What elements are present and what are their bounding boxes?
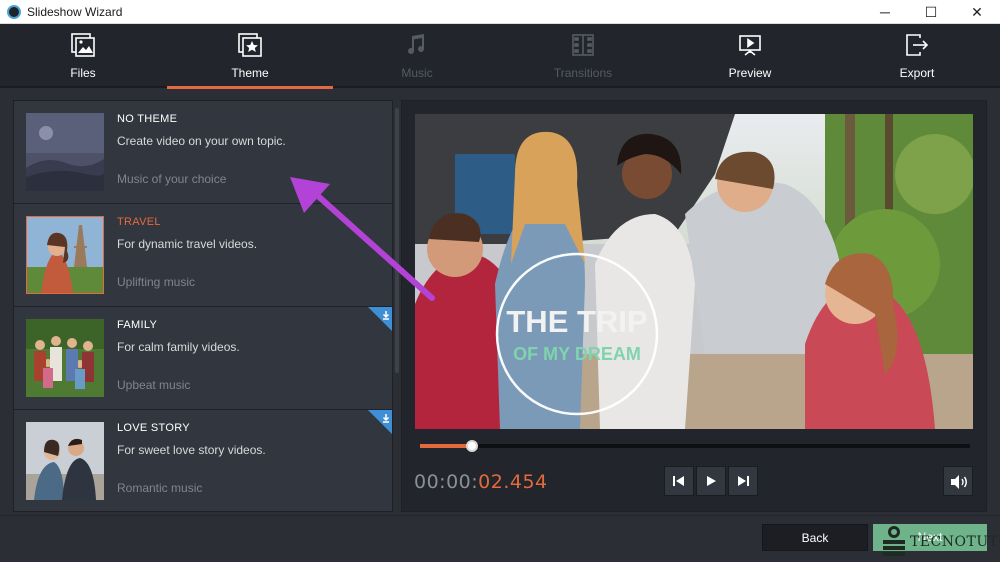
title-bar: Slideshow Wizard ─ ☐ ✕: [0, 0, 1000, 24]
theme-title: LOVE STORY: [117, 422, 190, 434]
watermark-logo-icon: [883, 526, 905, 556]
watermark-text: TECNOTUTO: [910, 534, 1000, 550]
preview-icon: [739, 35, 761, 56]
video-title-line1: THE TRIP: [506, 304, 647, 339]
theme-item-love-story[interactable]: LOVE STORY For sweet love story videos. …: [14, 410, 393, 511]
tab-files[interactable]: Files: [0, 24, 166, 88]
video-preview[interactable]: THE TRIP OF MY DREAM: [415, 114, 973, 429]
app-logo-icon: [7, 5, 21, 19]
theme-description: For dynamic travel videos.: [117, 237, 258, 251]
tab-theme[interactable]: Theme: [167, 24, 333, 89]
download-icon[interactable]: [368, 410, 393, 436]
seek-progress: [420, 444, 473, 448]
love-story-thumbnail: [26, 422, 104, 500]
theme-description: Create video on your own topic.: [117, 134, 286, 148]
theme-title: FAMILY: [117, 319, 158, 331]
tab-theme-label: Theme: [231, 66, 269, 80]
theme-item-travel[interactable]: TRAVEL For dynamic travel videos. Uplift…: [14, 204, 392, 307]
export-icon: [906, 34, 929, 56]
tab-files-label: Files: [70, 66, 96, 80]
theme-description: For calm family videos.: [117, 340, 240, 354]
skip-back-icon: [673, 476, 684, 486]
main-area: NO THEME Create video on your own topic.…: [0, 90, 1000, 515]
theme-icon: [238, 33, 262, 57]
timecode-current: 02.454: [478, 471, 548, 493]
theme-description: For sweet love story videos.: [117, 443, 266, 457]
tab-preview[interactable]: Preview: [667, 24, 833, 88]
music-icon: [408, 34, 425, 55]
wizard-steps-bar: Files Theme Music Transitions Preview Ex…: [0, 24, 1000, 89]
theme-music: Uplifting music: [117, 275, 196, 289]
play-icon: [707, 476, 716, 486]
tab-transitions-label: Transitions: [553, 66, 613, 80]
seek-handle[interactable]: [466, 440, 479, 452]
tab-export[interactable]: Export: [834, 24, 1000, 88]
minimize-button[interactable]: ─: [862, 0, 908, 24]
seek-bar[interactable]: [420, 440, 970, 452]
next-frame-button[interactable]: [728, 466, 758, 496]
close-button[interactable]: ✕: [954, 0, 1000, 24]
tab-music: Music: [334, 24, 500, 88]
volume-button[interactable]: [943, 466, 973, 496]
scrollbar-thumb[interactable]: [395, 108, 399, 373]
watermark: TECNOTUTO: [874, 518, 1000, 562]
family-thumbnail: [26, 319, 104, 397]
volume-icon: [951, 475, 967, 489]
preview-panel: THE TRIP OF MY DREAM 00:00:02.454: [401, 100, 987, 512]
theme-music: Music of your choice: [117, 172, 227, 186]
theme-item-no-theme[interactable]: NO THEME Create video on your own topic.…: [14, 101, 392, 204]
tab-preview-label: Preview: [728, 66, 772, 80]
timecode-prefix: 00:00:: [414, 471, 479, 493]
tab-transitions: Transitions: [500, 24, 666, 88]
travel-thumbnail: [26, 216, 104, 294]
timecode: 00:00:02.454: [414, 471, 548, 493]
theme-list: NO THEME Create video on your own topic.…: [13, 100, 393, 512]
play-button[interactable]: [696, 466, 726, 496]
skip-forward-icon: [738, 476, 749, 486]
footer-bar: Back Next TECNOTUTO: [0, 515, 1000, 562]
theme-title: NO THEME: [117, 113, 178, 125]
maximize-button[interactable]: ☐: [908, 0, 954, 24]
tab-music-label: Music: [401, 66, 433, 80]
back-button[interactable]: Back: [762, 524, 868, 551]
theme-music: Romantic music: [117, 481, 203, 495]
previous-button[interactable]: [664, 466, 694, 496]
files-icon: [71, 33, 95, 57]
video-title-line2: OF MY DREAM: [513, 344, 641, 364]
no-theme-thumbnail: [26, 113, 104, 191]
theme-title: TRAVEL: [117, 216, 161, 228]
transitions-icon: [572, 34, 594, 56]
theme-music: Upbeat music: [117, 378, 191, 392]
download-icon[interactable]: [368, 307, 393, 333]
theme-item-family[interactable]: FAMILY For calm family videos. Upbeat mu…: [14, 307, 393, 410]
active-tab-indicator: [167, 86, 333, 89]
theme-list-scrollbar[interactable]: [394, 100, 400, 512]
window-title: Slideshow Wizard: [27, 5, 123, 19]
tab-export-label: Export: [899, 66, 935, 80]
